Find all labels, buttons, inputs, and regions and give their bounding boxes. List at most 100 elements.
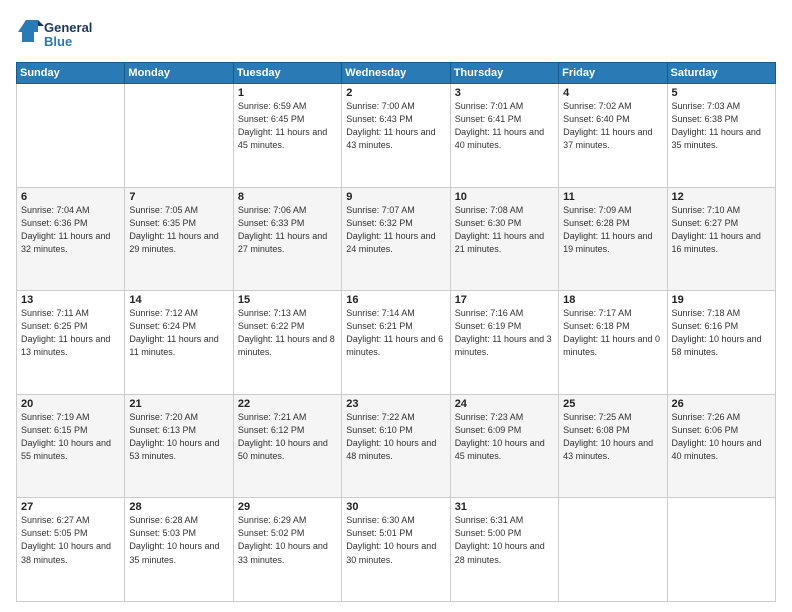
day-number: 20	[21, 398, 120, 410]
day-info: Sunrise: 6:59 AM Sunset: 6:45 PM Dayligh…	[238, 100, 337, 152]
day-cell: 3Sunrise: 7:01 AM Sunset: 6:41 PM Daylig…	[450, 84, 558, 188]
day-info: Sunrise: 7:18 AM Sunset: 6:16 PM Dayligh…	[672, 307, 771, 359]
day-number: 5	[672, 87, 771, 99]
day-cell: 22Sunrise: 7:21 AM Sunset: 6:12 PM Dayli…	[233, 394, 341, 498]
day-info: Sunrise: 7:23 AM Sunset: 6:09 PM Dayligh…	[455, 411, 554, 463]
calendar-table: SundayMondayTuesdayWednesdayThursdayFrid…	[16, 62, 776, 602]
weekday-saturday: Saturday	[667, 63, 775, 84]
day-cell: 27Sunrise: 6:27 AM Sunset: 5:05 PM Dayli…	[17, 498, 125, 602]
weekday-friday: Friday	[559, 63, 667, 84]
day-info: Sunrise: 7:08 AM Sunset: 6:30 PM Dayligh…	[455, 204, 554, 256]
day-number: 15	[238, 294, 337, 306]
weekday-thursday: Thursday	[450, 63, 558, 84]
day-cell: 9Sunrise: 7:07 AM Sunset: 6:32 PM Daylig…	[342, 187, 450, 291]
day-info: Sunrise: 7:05 AM Sunset: 6:35 PM Dayligh…	[129, 204, 228, 256]
day-cell	[559, 498, 667, 602]
day-number: 4	[563, 87, 662, 99]
weekday-sunday: Sunday	[17, 63, 125, 84]
day-cell: 6Sunrise: 7:04 AM Sunset: 6:36 PM Daylig…	[17, 187, 125, 291]
day-cell: 31Sunrise: 6:31 AM Sunset: 5:00 PM Dayli…	[450, 498, 558, 602]
svg-text:General: General	[44, 20, 92, 35]
day-info: Sunrise: 6:27 AM Sunset: 5:05 PM Dayligh…	[21, 514, 120, 566]
day-cell	[667, 498, 775, 602]
day-cell: 8Sunrise: 7:06 AM Sunset: 6:33 PM Daylig…	[233, 187, 341, 291]
day-cell: 1Sunrise: 6:59 AM Sunset: 6:45 PM Daylig…	[233, 84, 341, 188]
day-cell: 20Sunrise: 7:19 AM Sunset: 6:15 PM Dayli…	[17, 394, 125, 498]
day-number: 8	[238, 191, 337, 203]
day-cell: 13Sunrise: 7:11 AM Sunset: 6:25 PM Dayli…	[17, 291, 125, 395]
day-cell: 15Sunrise: 7:13 AM Sunset: 6:22 PM Dayli…	[233, 291, 341, 395]
day-number: 31	[455, 501, 554, 513]
day-cell: 2Sunrise: 7:00 AM Sunset: 6:43 PM Daylig…	[342, 84, 450, 188]
day-number: 10	[455, 191, 554, 203]
week-row-5: 27Sunrise: 6:27 AM Sunset: 5:05 PM Dayli…	[17, 498, 776, 602]
week-row-1: 1Sunrise: 6:59 AM Sunset: 6:45 PM Daylig…	[17, 84, 776, 188]
day-number: 19	[672, 294, 771, 306]
day-info: Sunrise: 6:28 AM Sunset: 5:03 PM Dayligh…	[129, 514, 228, 566]
day-cell: 26Sunrise: 7:26 AM Sunset: 6:06 PM Dayli…	[667, 394, 775, 498]
day-cell: 5Sunrise: 7:03 AM Sunset: 6:38 PM Daylig…	[667, 84, 775, 188]
day-info: Sunrise: 6:31 AM Sunset: 5:00 PM Dayligh…	[455, 514, 554, 566]
day-info: Sunrise: 7:12 AM Sunset: 6:24 PM Dayligh…	[129, 307, 228, 359]
day-info: Sunrise: 7:17 AM Sunset: 6:18 PM Dayligh…	[563, 307, 662, 359]
day-info: Sunrise: 7:07 AM Sunset: 6:32 PM Dayligh…	[346, 204, 445, 256]
day-number: 14	[129, 294, 228, 306]
header: General Blue	[16, 16, 776, 54]
week-row-2: 6Sunrise: 7:04 AM Sunset: 6:36 PM Daylig…	[17, 187, 776, 291]
day-cell	[17, 84, 125, 188]
weekday-monday: Monday	[125, 63, 233, 84]
day-number: 1	[238, 87, 337, 99]
weekday-header-row: SundayMondayTuesdayWednesdayThursdayFrid…	[17, 63, 776, 84]
calendar-page: General Blue SundayMondayTuesdayWednesda…	[0, 0, 792, 612]
day-number: 28	[129, 501, 228, 513]
weekday-tuesday: Tuesday	[233, 63, 341, 84]
day-number: 29	[238, 501, 337, 513]
day-number: 25	[563, 398, 662, 410]
week-row-3: 13Sunrise: 7:11 AM Sunset: 6:25 PM Dayli…	[17, 291, 776, 395]
day-number: 12	[672, 191, 771, 203]
day-info: Sunrise: 7:22 AM Sunset: 6:10 PM Dayligh…	[346, 411, 445, 463]
day-cell: 30Sunrise: 6:30 AM Sunset: 5:01 PM Dayli…	[342, 498, 450, 602]
day-info: Sunrise: 7:25 AM Sunset: 6:08 PM Dayligh…	[563, 411, 662, 463]
week-row-4: 20Sunrise: 7:19 AM Sunset: 6:15 PM Dayli…	[17, 394, 776, 498]
day-number: 24	[455, 398, 554, 410]
day-number: 30	[346, 501, 445, 513]
day-number: 9	[346, 191, 445, 203]
day-number: 13	[21, 294, 120, 306]
day-number: 3	[455, 87, 554, 99]
day-cell: 10Sunrise: 7:08 AM Sunset: 6:30 PM Dayli…	[450, 187, 558, 291]
day-number: 7	[129, 191, 228, 203]
day-info: Sunrise: 7:00 AM Sunset: 6:43 PM Dayligh…	[346, 100, 445, 152]
day-cell: 21Sunrise: 7:20 AM Sunset: 6:13 PM Dayli…	[125, 394, 233, 498]
day-info: Sunrise: 7:02 AM Sunset: 6:40 PM Dayligh…	[563, 100, 662, 152]
calendar-body: 1Sunrise: 6:59 AM Sunset: 6:45 PM Daylig…	[17, 84, 776, 602]
day-number: 21	[129, 398, 228, 410]
day-info: Sunrise: 7:06 AM Sunset: 6:33 PM Dayligh…	[238, 204, 337, 256]
day-cell: 16Sunrise: 7:14 AM Sunset: 6:21 PM Dayli…	[342, 291, 450, 395]
day-cell: 17Sunrise: 7:16 AM Sunset: 6:19 PM Dayli…	[450, 291, 558, 395]
day-cell: 12Sunrise: 7:10 AM Sunset: 6:27 PM Dayli…	[667, 187, 775, 291]
day-cell: 29Sunrise: 6:29 AM Sunset: 5:02 PM Dayli…	[233, 498, 341, 602]
day-number: 23	[346, 398, 445, 410]
day-cell: 14Sunrise: 7:12 AM Sunset: 6:24 PM Dayli…	[125, 291, 233, 395]
day-cell: 7Sunrise: 7:05 AM Sunset: 6:35 PM Daylig…	[125, 187, 233, 291]
day-info: Sunrise: 7:16 AM Sunset: 6:19 PM Dayligh…	[455, 307, 554, 359]
day-number: 17	[455, 294, 554, 306]
day-number: 22	[238, 398, 337, 410]
day-info: Sunrise: 7:04 AM Sunset: 6:36 PM Dayligh…	[21, 204, 120, 256]
day-cell: 19Sunrise: 7:18 AM Sunset: 6:16 PM Dayli…	[667, 291, 775, 395]
day-info: Sunrise: 7:10 AM Sunset: 6:27 PM Dayligh…	[672, 204, 771, 256]
day-cell	[125, 84, 233, 188]
svg-text:Blue: Blue	[44, 34, 72, 49]
day-cell: 4Sunrise: 7:02 AM Sunset: 6:40 PM Daylig…	[559, 84, 667, 188]
day-cell: 28Sunrise: 6:28 AM Sunset: 5:03 PM Dayli…	[125, 498, 233, 602]
day-cell: 23Sunrise: 7:22 AM Sunset: 6:10 PM Dayli…	[342, 394, 450, 498]
logo: General Blue	[16, 16, 106, 54]
day-info: Sunrise: 6:30 AM Sunset: 5:01 PM Dayligh…	[346, 514, 445, 566]
day-info: Sunrise: 7:19 AM Sunset: 6:15 PM Dayligh…	[21, 411, 120, 463]
logo-svg: General Blue	[16, 16, 106, 54]
weekday-wednesday: Wednesday	[342, 63, 450, 84]
day-cell: 24Sunrise: 7:23 AM Sunset: 6:09 PM Dayli…	[450, 394, 558, 498]
day-cell: 25Sunrise: 7:25 AM Sunset: 6:08 PM Dayli…	[559, 394, 667, 498]
day-info: Sunrise: 6:29 AM Sunset: 5:02 PM Dayligh…	[238, 514, 337, 566]
